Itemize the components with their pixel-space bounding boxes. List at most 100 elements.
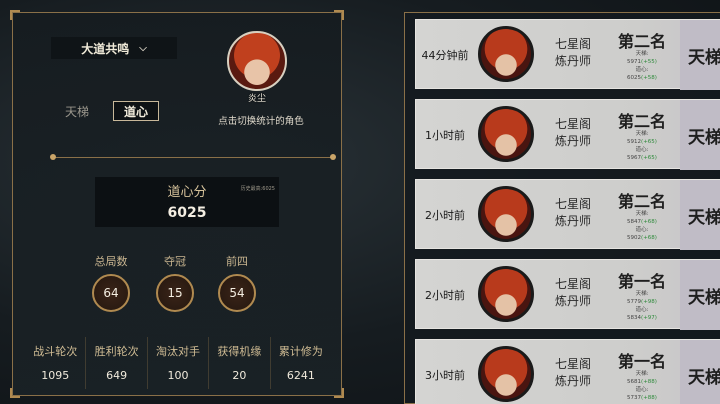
daoxin-label: 道心: — [635, 387, 649, 393]
match-rank: 第二名 — [617, 32, 666, 51]
ladder-score: 5971(+55) — [627, 59, 657, 65]
ladder-label: 天梯: — [635, 131, 649, 137]
stat-cultivation: 累计修为 6241 — [271, 337, 331, 389]
stat-eliminated: 淘汰对手 100 — [148, 337, 210, 389]
tab-daoxin[interactable]: 道心 — [113, 101, 159, 121]
stat-label: 战斗轮次 — [33, 345, 78, 358]
cumulative-stats: 战斗轮次 1095 胜利轮次 649 淘汰对手 100 获得机缘 20 累计修为… — [25, 337, 331, 389]
stat-value: 6241 — [286, 369, 315, 382]
match-mode: 天梯 — [680, 340, 720, 404]
stat-label: 淘汰对手 — [156, 345, 201, 358]
daoxin-label: 道心: — [635, 147, 649, 153]
stat-victory-rounds: 胜利轮次 649 — [86, 337, 148, 389]
match-character: 七星阁 炼丹师 — [548, 356, 598, 390]
chevron-down-icon: ⌵ — [139, 42, 147, 54]
match-time: 44分钟前 — [421, 49, 469, 62]
daoxin-score: 5737(+88) — [627, 395, 657, 401]
ladder-score: 5681(+88) — [627, 379, 657, 385]
stat-total-games: 总局数 64 — [89, 253, 133, 312]
avatar — [478, 266, 534, 322]
match-mode: 天梯 — [680, 260, 720, 330]
stat-wins: 夺冠 15 — [153, 253, 197, 312]
match-record[interactable]: 1小时前 七星阁 炼丹师 第二名 天梯: 5912(+65) 道心: 5967(… — [415, 99, 720, 170]
role-name: 炼丹师 — [554, 54, 591, 68]
match-mode: 天梯 — [680, 100, 720, 170]
corner-ornament — [334, 388, 344, 398]
daoxin-score: 5967(+65) — [627, 155, 657, 161]
match-time: 2小时前 — [425, 289, 465, 302]
stat-value: 64 — [92, 274, 130, 312]
daoxin-score: 6025(+58) — [627, 75, 657, 81]
match-rank: 第二名 — [617, 112, 666, 131]
daoxin-score: 5902(+68) — [627, 235, 657, 241]
sect-name: 七星阁 — [554, 277, 591, 291]
mode-dropdown[interactable]: 大道共鸣 ⌵ — [51, 37, 177, 59]
corner-ornament — [10, 388, 20, 398]
match-character: 七星阁 炼丹师 — [548, 116, 598, 150]
stat-label: 获得机缘 — [217, 345, 262, 358]
match-record[interactable]: 3小时前 七星阁 炼丹师 第一名 天梯: 5681(+88) 道心: 5737(… — [415, 339, 720, 404]
match-score-detail: 天梯: 5971(+55) 道心: 6025(+58) — [612, 50, 672, 82]
ladder-score: 5779(+98) — [627, 299, 657, 305]
daoxin-label: 道心: — [635, 227, 649, 233]
match-character: 七星阁 炼丹师 — [548, 196, 598, 230]
ladder-label: 天梯: — [635, 51, 649, 57]
sect-name: 七星阁 — [554, 37, 591, 51]
match-score-detail: 天梯: 5681(+88) 道心: 5737(+88) — [612, 370, 672, 402]
ladder-score: 5847(+68) — [627, 219, 657, 225]
stat-label: 胜利轮次 — [94, 345, 139, 358]
character-avatar-button[interactable]: 炎尘 — [221, 31, 293, 104]
character-name: 炎尘 — [247, 94, 266, 104]
stat-battle-rounds: 战斗轮次 1095 — [25, 337, 87, 389]
stat-value: 100 — [167, 369, 189, 382]
score-value: 6025 — [167, 205, 207, 221]
switch-character-hint: 点击切换统计的角色 — [218, 116, 304, 127]
match-rank: 第二名 — [617, 192, 666, 211]
stat-value: 15 — [156, 274, 194, 312]
match-history-panel: 44分钟前 七星阁 炼丹师 第二名 天梯: 5971(+55) 道心: 6025… — [404, 12, 720, 404]
stat-label: 夺冠 — [164, 255, 186, 268]
daoxin-label: 道心: — [635, 67, 649, 73]
avatar — [227, 31, 287, 91]
match-record[interactable]: 2小时前 七星阁 炼丹师 第一名 天梯: 5779(+98) 道心: 5834(… — [415, 259, 720, 330]
tab-ladder[interactable]: 天梯 — [59, 101, 95, 121]
stat-value: 20 — [232, 369, 247, 382]
match-record[interactable]: 44分钟前 七星阁 炼丹师 第二名 天梯: 5971(+55) 道心: 6025… — [415, 19, 720, 90]
match-character: 七星阁 炼丹师 — [548, 36, 598, 70]
daoxin-label: 道心: — [635, 307, 649, 313]
match-time: 1小时前 — [425, 129, 465, 142]
corner-ornament — [334, 10, 344, 20]
score-box: 道心分 历史最高:6025 6025 — [95, 177, 279, 227]
stat-value: 649 — [106, 369, 128, 382]
stat-label: 前四 — [226, 255, 248, 268]
stat-label: 累计修为 — [278, 345, 323, 358]
ladder-label: 天梯: — [635, 371, 649, 377]
mode-dropdown-label: 大道共鸣 — [81, 41, 130, 56]
stat-top-four: 前四 54 — [215, 253, 259, 312]
corner-ornament — [10, 10, 20, 20]
stat-label: 总局数 — [94, 255, 128, 268]
ladder-label: 天梯: — [635, 291, 649, 297]
sect-name: 七星阁 — [554, 197, 591, 211]
match-rank: 第一名 — [617, 272, 666, 291]
role-name: 炼丹师 — [554, 214, 591, 228]
ladder-score: 5912(+65) — [627, 139, 657, 145]
stats-panel: 大道共鸣 ⌵ 天梯 道心 炎尘 点击切换统计的角色 道心分 历史最高:6025 … — [10, 10, 344, 398]
role-name: 炼丹师 — [554, 294, 591, 308]
ladder-label: 天梯: — [635, 211, 649, 217]
stat-value: 54 — [218, 274, 256, 312]
daoxin-score: 5834(+97) — [627, 315, 657, 321]
avatar — [478, 346, 534, 402]
match-time: 3小时前 — [425, 369, 465, 382]
match-score-detail: 天梯: 5847(+68) 道心: 5902(+68) — [612, 210, 672, 242]
sect-name: 七星阁 — [554, 117, 591, 131]
divider — [50, 154, 336, 160]
avatar — [478, 106, 534, 162]
match-character: 七星阁 炼丹师 — [548, 276, 598, 310]
stat-opportunities: 获得机缘 20 — [209, 337, 271, 389]
avatar — [478, 26, 534, 82]
match-score-detail: 天梯: 5779(+98) 道心: 5834(+97) — [612, 290, 672, 322]
match-record[interactable]: 2小时前 七星阁 炼丹师 第二名 天梯: 5847(+68) 道心: 5902(… — [415, 179, 720, 250]
stat-value: 1095 — [41, 369, 70, 382]
match-mode: 天梯 — [680, 180, 720, 250]
